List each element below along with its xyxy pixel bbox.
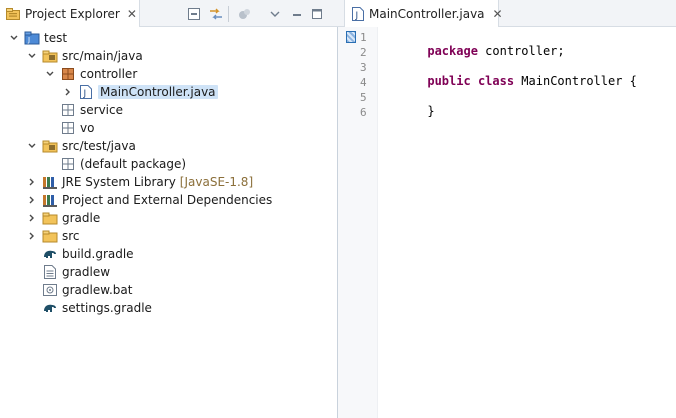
svg-text:J: J	[27, 36, 30, 44]
tree-item-label: gradlew	[62, 265, 111, 279]
project-explorer-panel: Project Explorer ✕ J test src/main/java …	[0, 0, 338, 418]
code-keyword: package	[427, 44, 478, 58]
line-number-gutter: 1 2 3 4 5 6	[338, 27, 378, 418]
chevron-right-icon[interactable]	[26, 176, 38, 188]
gradle-icon	[42, 246, 58, 262]
code-keyword: public	[427, 74, 471, 88]
toolbar-divider	[228, 6, 229, 22]
tree-item-vo[interactable]: vo	[60, 119, 94, 137]
chevron-down-icon[interactable]	[26, 140, 38, 152]
package-icon	[60, 120, 76, 136]
java-file-icon: J	[78, 84, 94, 100]
tree-item-gradlew[interactable]: gradlew	[42, 263, 110, 281]
tree-item-label: service	[80, 103, 123, 117]
tree-item-label: build.gradle	[62, 247, 134, 261]
tree-item-label: MainController.java	[98, 85, 218, 99]
package-icon	[60, 66, 76, 82]
code-text: }	[427, 104, 435, 118]
chevron-right-icon[interactable]	[26, 194, 38, 206]
code-text: MainController {	[514, 74, 637, 88]
code-editor[interactable]: 1 2 3 4 5 6 package controller; public c…	[338, 27, 676, 418]
package-icon	[60, 102, 76, 118]
tree-item-default-package[interactable]: (default package)	[60, 155, 186, 173]
folder-icon	[42, 210, 58, 226]
tree-item-label: gradlew.bat	[62, 283, 133, 297]
chevron-down-icon[interactable]	[44, 68, 56, 80]
code-keyword: class	[477, 74, 515, 88]
tree-item-src-folder[interactable]: src	[26, 227, 80, 245]
tree-item-src-test-java[interactable]: src/test/java	[26, 137, 136, 155]
source-folder-icon	[42, 138, 58, 154]
svg-text:J: J	[83, 89, 87, 99]
package-icon	[60, 156, 76, 172]
project-explorer-header: Project Explorer ✕	[0, 0, 338, 27]
tree-item-label: src/test/java	[62, 139, 136, 153]
code-text: controller;	[477, 44, 565, 58]
maximize-icon[interactable]	[309, 6, 325, 22]
chevron-right-icon[interactable]	[26, 212, 38, 224]
bat-file-icon	[42, 282, 58, 298]
tree-item-label: src/main/java	[62, 49, 143, 63]
chevron-down-icon[interactable]	[8, 32, 20, 44]
line-number: 2	[360, 46, 367, 59]
tree-item-maincontroller-java[interactable]: J MainController.java	[62, 83, 218, 101]
tree-item-label: test	[44, 31, 68, 45]
minimize-icon[interactable]	[289, 6, 305, 22]
editor-tab-label: MainController.java	[369, 6, 485, 21]
tab-maincontroller-java[interactable]: J MainController.java ✕	[344, 0, 503, 27]
tab-project-explorer[interactable]: Project Explorer ✕	[0, 0, 140, 27]
tree-item-label: src	[62, 229, 80, 243]
line-number: 3	[360, 61, 367, 74]
tree-item-gradle-folder[interactable]: gradle	[26, 209, 100, 227]
tree-item-label: settings.gradle	[62, 301, 152, 315]
tree-item-settings-gradle[interactable]: settings.gradle	[42, 299, 152, 317]
line-number: 6	[360, 106, 367, 119]
chevron-down-icon[interactable]	[26, 50, 38, 62]
project-explorer-toolbar	[186, 6, 325, 22]
library-icon	[42, 192, 58, 208]
tree-item-project-external-dependencies[interactable]: Project and External Dependencies	[26, 191, 272, 209]
tree-item-label: controller	[80, 67, 138, 81]
tree-item-controller[interactable]: controller	[44, 65, 137, 83]
tree-item-build-gradle[interactable]: build.gradle	[42, 245, 134, 263]
jre-version-label: [JavaSE-1.8]	[179, 175, 254, 189]
tree-item-label: Project and External Dependencies	[62, 193, 273, 207]
editor-panel: J MainController.java ✕ 1 2 3 4 5 6 pack…	[338, 0, 676, 418]
project-explorer-icon	[6, 7, 20, 20]
code-line[interactable]: }	[384, 90, 435, 132]
close-icon[interactable]: ✕	[127, 7, 137, 21]
library-icon	[42, 174, 58, 190]
line-number: 5	[360, 91, 367, 104]
collapse-all-icon[interactable]	[186, 6, 202, 22]
project-icon: J	[24, 30, 40, 46]
chevron-right-icon[interactable]	[62, 86, 74, 98]
tree-item-label: (default package)	[80, 157, 187, 171]
text-file-icon	[42, 264, 58, 280]
link-with-editor-icon[interactable]	[208, 6, 224, 22]
chevron-right-icon[interactable]	[26, 230, 38, 242]
current-line-marker-icon	[346, 31, 356, 43]
tree-item-service[interactable]: service	[60, 101, 123, 119]
tree-item-gradlew-bat[interactable]: gradlew.bat	[42, 281, 132, 299]
tree-item-test[interactable]: J test	[8, 29, 67, 47]
line-number: 1	[360, 31, 367, 44]
focus-icon[interactable]	[237, 6, 253, 22]
tree-item-src-main-java[interactable]: src/main/java	[26, 47, 143, 65]
close-icon[interactable]: ✕	[493, 7, 503, 21]
line-number: 4	[360, 76, 367, 89]
tree-item-label: JRE System Library	[62, 175, 176, 189]
editor-header: J MainController.java ✕	[338, 0, 676, 27]
gradle-icon	[42, 300, 58, 316]
java-file-icon: J	[351, 6, 365, 22]
tree-item-label: gradle	[62, 211, 101, 225]
tree-item-jre-system-library[interactable]: JRE System Library [JavaSE-1.8]	[26, 173, 253, 191]
tab-project-explorer-label: Project Explorer	[25, 6, 120, 21]
tree-item-label: vo	[80, 121, 95, 135]
source-folder-icon	[42, 48, 58, 64]
folder-icon	[42, 228, 58, 244]
view-menu-icon[interactable]	[267, 6, 283, 22]
svg-text:J: J	[355, 11, 359, 21]
